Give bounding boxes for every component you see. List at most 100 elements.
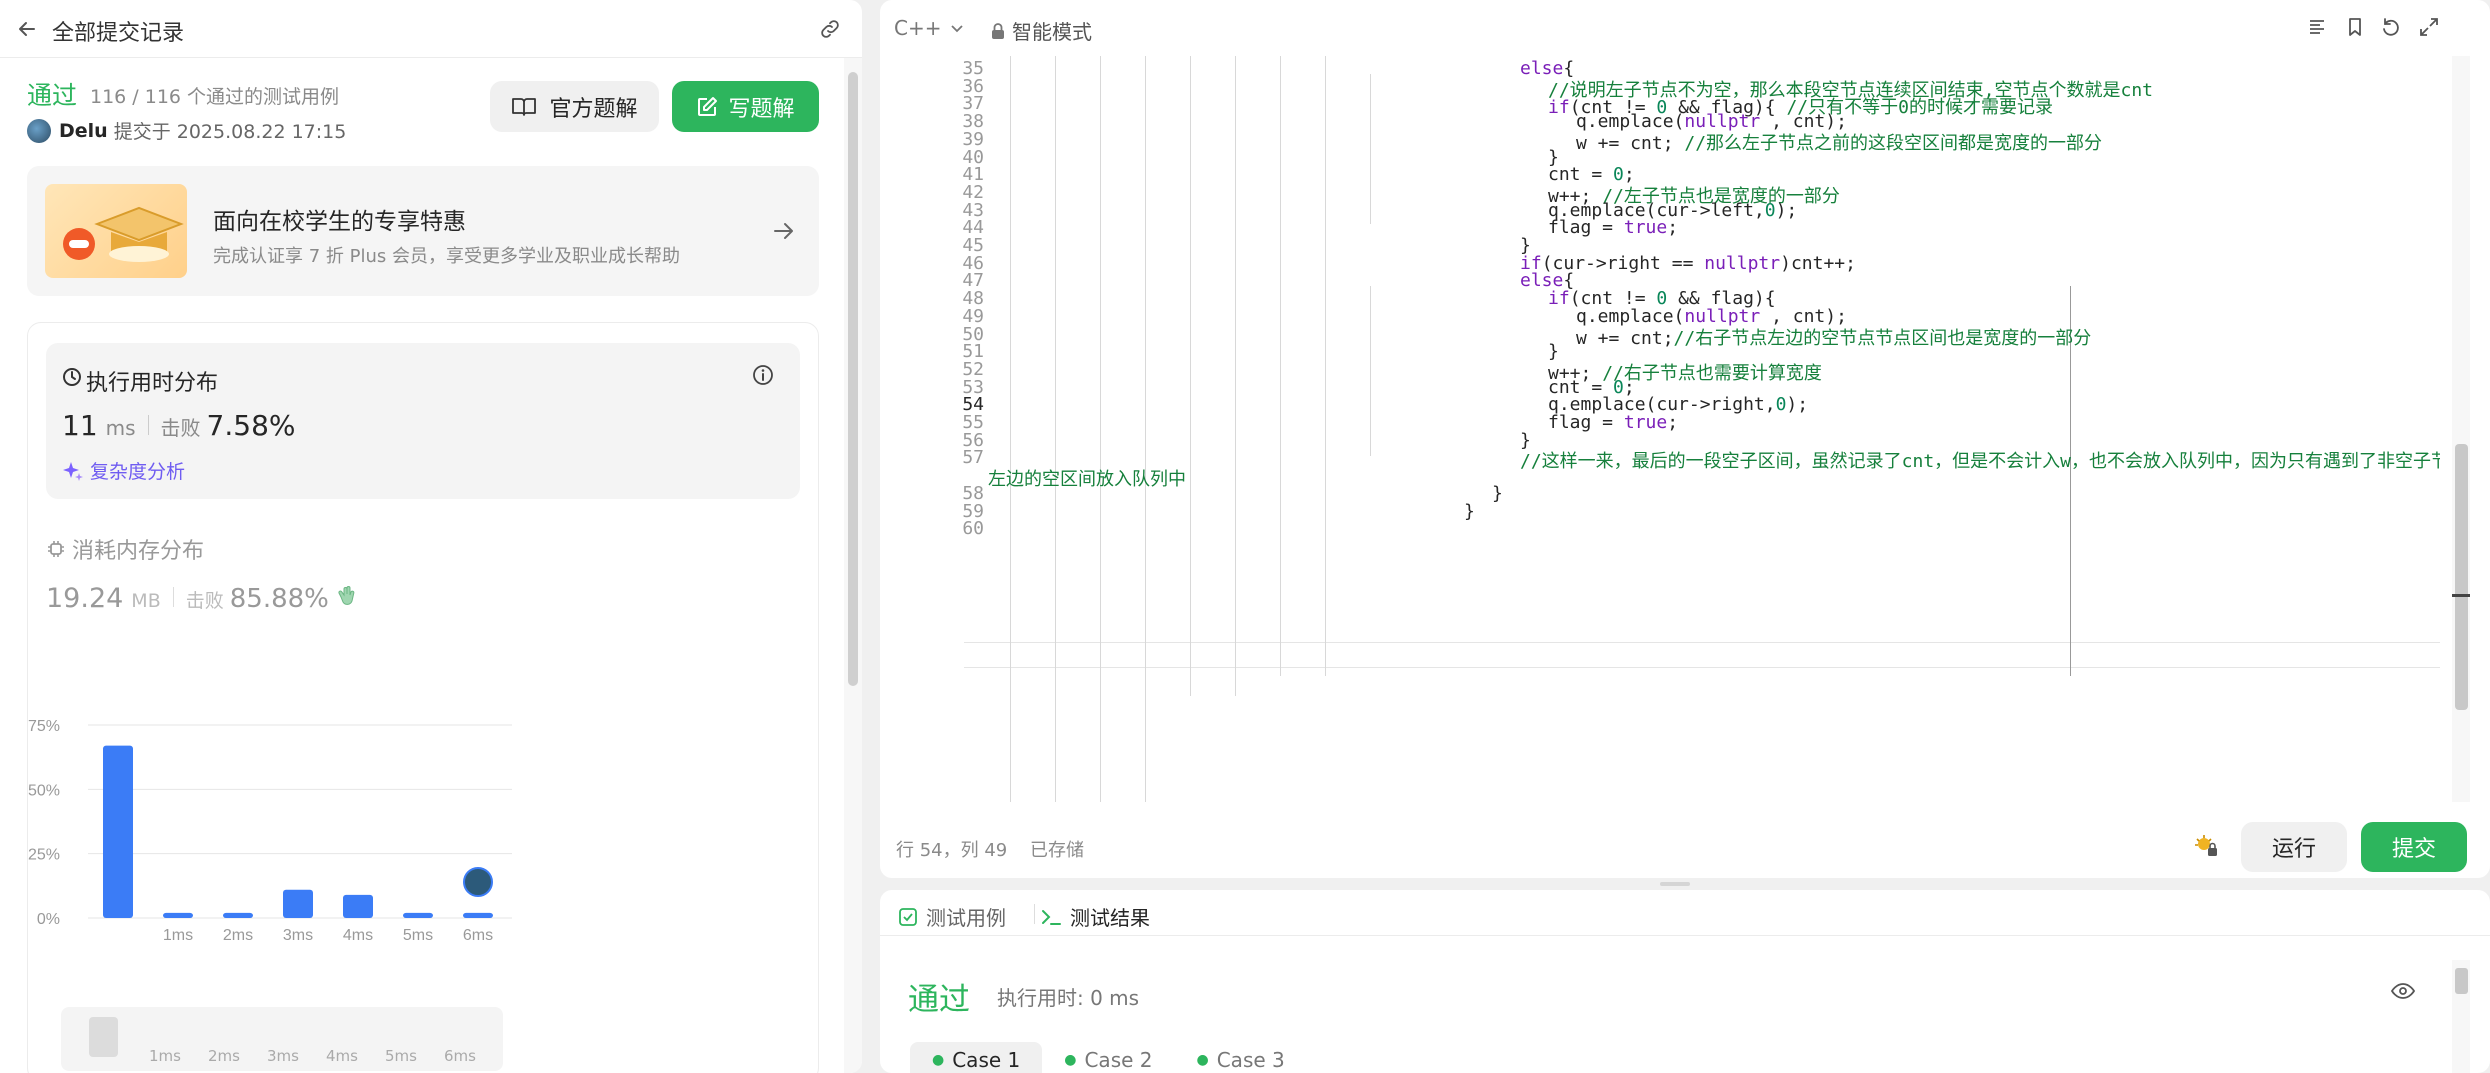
y-tick-label: 75%	[28, 718, 60, 735]
code-token: flag =	[1548, 412, 1624, 433]
reset-icon[interactable]	[2380, 16, 2402, 38]
runtime-beats-value: 7.58%	[206, 409, 296, 442]
code-token: 0	[1764, 199, 1776, 221]
indent-guide	[1055, 56, 1056, 802]
language-label: C++	[894, 16, 942, 40]
memory-value: 19.24	[46, 583, 124, 614]
submit-button[interactable]: 提交	[2361, 822, 2467, 872]
case-tabs: ● Case 1 ● Case 2 ● Case 3	[910, 1042, 1307, 1073]
x-tick-label: 5ms	[403, 927, 433, 944]
memory-section[interactable]: 消耗内存分布 19.24 MB 击败 85.88%	[46, 533, 357, 614]
left-scrollbar[interactable]	[844, 58, 862, 1073]
runtime-stats: 11 ms 击败 7.58%	[62, 409, 296, 442]
run-button[interactable]: 运行	[2241, 822, 2347, 872]
chevron-down-icon	[949, 20, 965, 36]
terminal-icon	[1040, 907, 1062, 927]
runtime-title: 执行用时分布	[86, 371, 219, 396]
info-icon[interactable]	[751, 363, 775, 387]
submitter-name[interactable]: Delu	[59, 120, 108, 142]
test-scrollbar[interactable]	[2452, 960, 2470, 1073]
cursor-marker	[2452, 594, 2470, 597]
tab-testcases[interactable]: 测试用例	[898, 902, 1006, 931]
runtime-distribution-chart[interactable]: 75% 50% 25% 0% 1ms 2ms 3ms 4ms 5ms 6ms	[28, 693, 820, 1013]
panel-resize-handle[interactable]	[1660, 882, 1690, 886]
submission-header: 全部提交记录	[0, 0, 862, 58]
case-label: Case 1	[952, 1048, 1021, 1072]
y-tick-label: 50%	[28, 782, 60, 799]
chart-bar	[463, 912, 493, 918]
graduation-cap-icon	[45, 184, 187, 278]
code-line: }	[1492, 483, 1503, 504]
runtime-value: 11	[62, 409, 98, 442]
x-tick-label: 1ms	[163, 927, 193, 944]
write-solution-button[interactable]: 写题解	[672, 81, 819, 132]
code-editor-panel: C++ 智能模式 35 else{36//说明左子节点不为空，那么本段空节点连…	[880, 0, 2490, 878]
line-number: 60	[962, 518, 984, 540]
code-scrollbar[interactable]	[2452, 56, 2470, 802]
code-token: true	[1623, 217, 1668, 239]
case-tab-3[interactable]: ● Case 3	[1175, 1042, 1307, 1073]
submission-panel: 全部提交记录 通过 116 / 116 个通过的测试用例 Delu 提交于 20…	[0, 0, 862, 1073]
promo-subtitle: 完成认证享 7 折 Plus 会员，享受更多学业及职业成长帮助	[213, 246, 680, 267]
official-solution-button[interactable]: 官方题解	[490, 81, 659, 132]
code-area[interactable]: 35 else{36//说明左子节点不为空，那么本段空节点连续区间结束,空节点个数…	[880, 56, 2440, 802]
editor-statusbar: 行 54，列 49 已存储 运行 提交	[880, 808, 2490, 878]
bug-lock-icon[interactable]	[2192, 832, 2220, 860]
pass-dot-icon: ●	[932, 1052, 945, 1068]
language-select[interactable]: C++	[894, 16, 965, 40]
code-line: w += cnt;//右子节点左边的空节点节点区间也是宽度的一部分	[1576, 324, 2091, 350]
code-token: //那么左子节点之前的这段空区间都是宽度的一部分	[1684, 132, 2103, 154]
indent-guide	[1010, 56, 1011, 802]
overview-tick-label: 4ms	[326, 1047, 358, 1065]
chart-bar	[403, 912, 433, 918]
promo-banner[interactable]: 面向在校学生的专享特惠 完成认证享 7 折 Plus 会员，享受更多学业及职业成…	[27, 166, 819, 296]
code-scrollbar-thumb[interactable]	[2455, 444, 2468, 710]
fullscreen-icon[interactable]	[2418, 16, 2440, 38]
pass-dot-icon: ●	[1196, 1052, 1209, 1068]
clock-icon	[62, 367, 82, 387]
overview-tick-label: 6ms	[444, 1047, 476, 1065]
mode-indicator[interactable]: 智能模式	[990, 16, 1092, 45]
saved-status: 已存储	[1030, 840, 1084, 861]
test-scrollbar-thumb[interactable]	[2455, 968, 2468, 994]
code-token: if	[1548, 97, 1570, 119]
divider	[172, 587, 174, 607]
tab-testcases-label: 测试用例	[926, 906, 1006, 930]
indent-guide	[1370, 286, 1371, 456]
link-icon[interactable]	[816, 15, 844, 43]
avatar[interactable]	[27, 118, 51, 143]
tab-testresults[interactable]: 测试结果	[1040, 902, 1150, 931]
memory-beats-label: 击败	[185, 590, 224, 612]
code-line: 左边的空区间放入队列中	[988, 465, 1186, 491]
bookmark-icon[interactable]	[2344, 16, 2366, 38]
submit-label: 提交	[2391, 837, 2436, 862]
test-panel: 测试用例 测试结果 通过 执行用时: 0 ms ● Case 1 ● Case …	[880, 890, 2490, 1073]
book-icon	[511, 96, 537, 118]
code-token: );	[1775, 199, 1798, 221]
lock-icon	[990, 22, 1006, 40]
complexity-analysis-link[interactable]: 复杂度分析	[62, 457, 185, 484]
code-line: flag = true;	[1548, 412, 1678, 433]
chip-icon	[46, 539, 66, 559]
case-tab-1[interactable]: ● Case 1	[910, 1042, 1043, 1073]
divider	[147, 415, 149, 435]
promo-title: 面向在校学生的专享特惠	[213, 209, 466, 235]
runtime-section[interactable]: 执行用时分布 11 ms 击败 7.58% 复杂度分析	[46, 343, 800, 499]
overview-tick-label: 2ms	[208, 1047, 240, 1065]
eye-icon[interactable]	[2390, 980, 2416, 1002]
chart-overview[interactable]: 1ms 2ms 3ms 4ms 5ms 6ms	[61, 1007, 503, 1071]
back-arrow-icon[interactable]	[14, 16, 40, 42]
memory-beats-value: 85.88%	[229, 584, 329, 614]
overview-tick-label: 3ms	[267, 1047, 299, 1065]
case-tab-2[interactable]: ● Case 2	[1042, 1042, 1174, 1073]
format-icon[interactable]	[2306, 16, 2328, 38]
official-solution-label: 官方题解	[549, 96, 638, 122]
memory-title: 消耗内存分布	[72, 539, 205, 564]
runtime-unit: ms	[105, 416, 136, 440]
code-token: }	[1464, 500, 1475, 522]
overview-window[interactable]	[89, 1017, 118, 1057]
code-token: //右子节点也需要计算宽度	[1602, 362, 1822, 384]
code-line: }	[1464, 501, 1475, 522]
left-scrollbar-thumb[interactable]	[848, 72, 858, 686]
write-solution-label: 写题解	[728, 96, 795, 122]
